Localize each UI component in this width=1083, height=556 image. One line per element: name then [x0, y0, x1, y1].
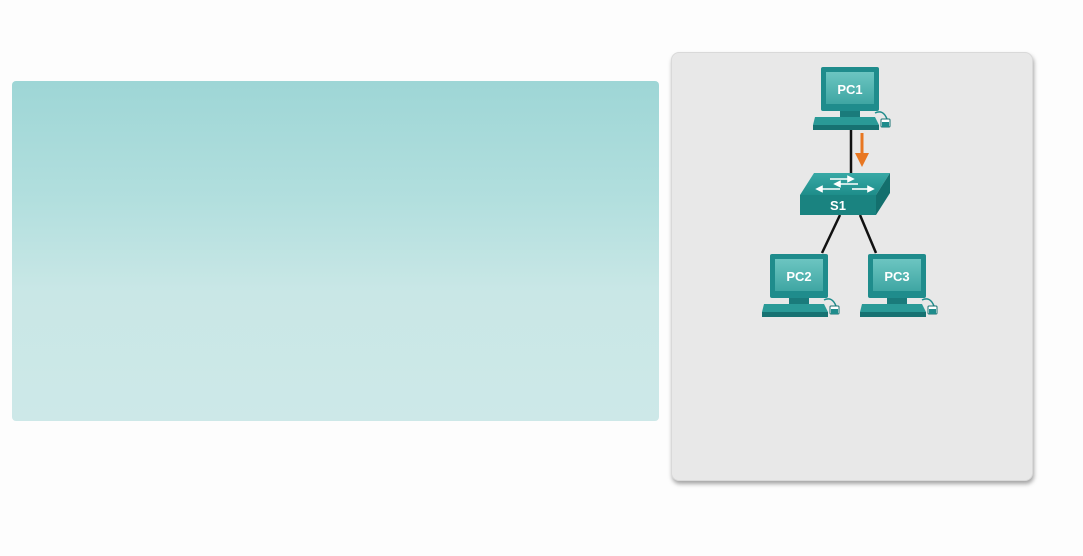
- topology-diagram: PC1 S1 PC2 PC3: [762, 67, 938, 317]
- content-panel: [12, 81, 659, 421]
- pc1-label: PC1: [837, 82, 862, 97]
- pc3-label: PC3: [884, 269, 909, 284]
- computer-icon: [762, 254, 840, 317]
- pc1-node[interactable]: PC1: [813, 67, 891, 130]
- link-s1-pc3: [858, 214, 878, 254]
- pc2-label: PC2: [786, 269, 811, 284]
- computer-icon: [860, 254, 938, 317]
- pc3-node[interactable]: PC3: [860, 254, 938, 317]
- s1-label: S1: [830, 198, 846, 213]
- link-s1-pc2: [820, 214, 842, 254]
- slide-canvas: PC1 S1 PC2 PC3: [0, 0, 1083, 556]
- computer-icon: [813, 67, 891, 130]
- topology-panel: PC1 S1 PC2 PC3: [671, 52, 1033, 481]
- s1-node[interactable]: S1: [800, 173, 890, 215]
- traffic-arrow: [855, 133, 869, 167]
- pc2-node[interactable]: PC2: [762, 254, 840, 317]
